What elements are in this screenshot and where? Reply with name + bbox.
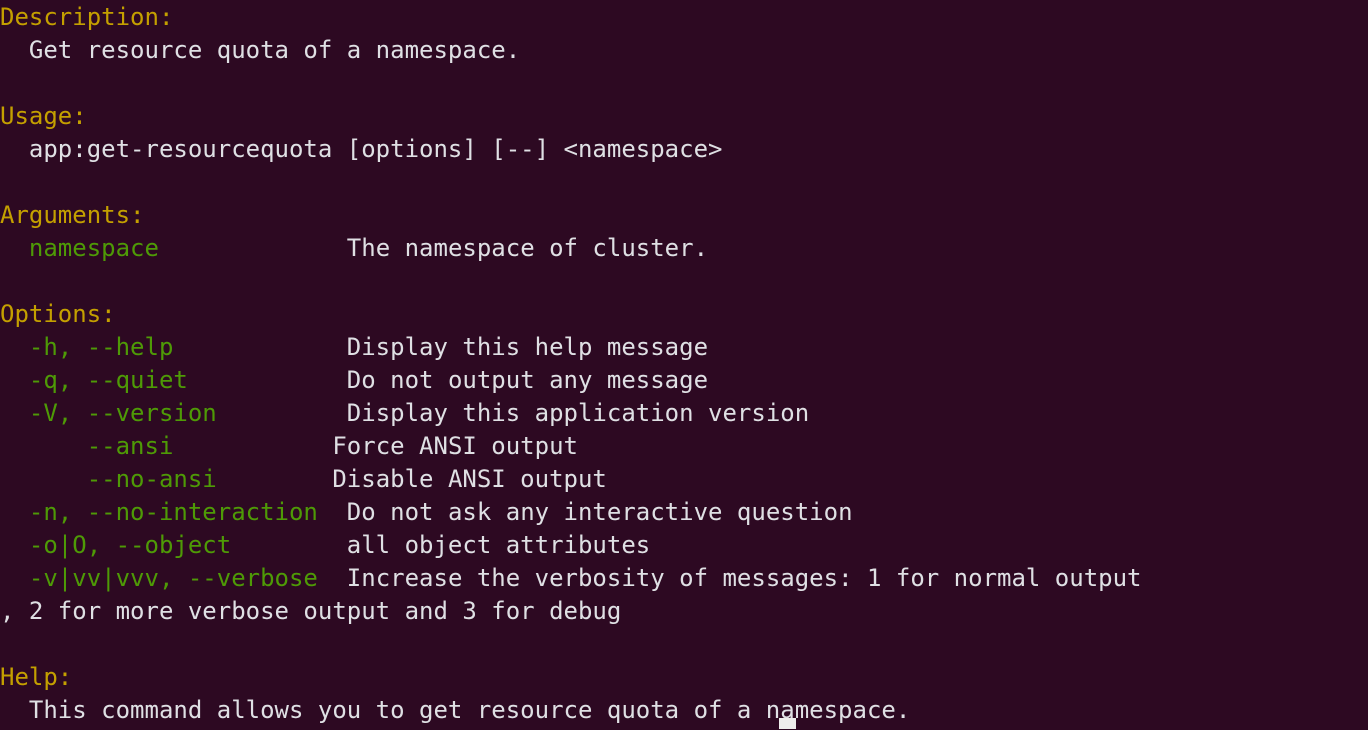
option-description: Display this application version	[346, 399, 810, 427]
option-name: --ansi	[0, 432, 174, 460]
option-row: -o|O, --object all object attributes	[0, 529, 1368, 562]
option-row: --no-ansi Disable ANSI output	[0, 463, 1368, 496]
option-pad	[188, 366, 347, 394]
option-row: -q, --quiet Do not output any message	[0, 364, 1368, 397]
option-pad	[173, 333, 346, 361]
option-name: -V, --version	[0, 399, 217, 427]
option-name: --no-ansi	[0, 465, 217, 493]
option-pad	[217, 465, 333, 493]
option-name: -v|vv|vvv, --verbose	[0, 564, 318, 592]
argument-description: The namespace of cluster.	[346, 234, 709, 262]
option-description: Increase the verbosity of messages: 1 fo…	[346, 564, 1142, 592]
argument-row: namespace The namespace of cluster.	[0, 232, 1368, 265]
section-header-arguments: Arguments:	[0, 201, 145, 229]
terminal-output: Description: Get resource quota of a nam…	[0, 0, 1368, 730]
section-header-description: Description:	[0, 3, 174, 31]
block-cursor-icon	[779, 718, 796, 729]
option-description: Do not output any message	[346, 366, 709, 394]
argument-pad	[159, 234, 347, 262]
usage-text: app:get-resourcequota [options] [--] <na…	[0, 135, 723, 163]
option-name: -h, --help	[0, 333, 174, 361]
option-row: -h, --help Display this help message	[0, 331, 1368, 364]
option-description: Disable ANSI output	[332, 465, 607, 493]
section-header-help: Help:	[0, 663, 73, 691]
option-description-wrap: , 2 for more verbose output and 3 for de…	[0, 597, 622, 625]
option-description: Display this help message	[346, 333, 709, 361]
description-text: Get resource quota of a namespace.	[0, 36, 521, 64]
option-pad	[217, 399, 347, 427]
argument-name: namespace	[0, 234, 159, 262]
option-name: -n, --no-interaction	[0, 498, 318, 526]
option-pad	[231, 531, 347, 559]
option-description: all object attributes	[346, 531, 651, 559]
option-row: -v|vv|vvv, --verbose Increase the verbos…	[0, 562, 1368, 595]
help-text: This command allows you to get resource …	[0, 696, 911, 724]
section-header-usage: Usage:	[0, 102, 87, 130]
option-row: --ansi Force ANSI output	[0, 430, 1368, 463]
option-row: -n, --no-interaction Do not ask any inte…	[0, 496, 1368, 529]
option-pad	[318, 564, 347, 592]
option-description: Do not ask any interactive question	[346, 498, 853, 526]
option-pad	[173, 432, 332, 460]
option-row: -V, --version Display this application v…	[0, 397, 1368, 430]
option-pad	[318, 498, 347, 526]
option-description: Force ANSI output	[332, 432, 578, 460]
section-header-options: Options:	[0, 300, 116, 328]
option-name: -q, --quiet	[0, 366, 188, 394]
option-name: -o|O, --object	[0, 531, 232, 559]
